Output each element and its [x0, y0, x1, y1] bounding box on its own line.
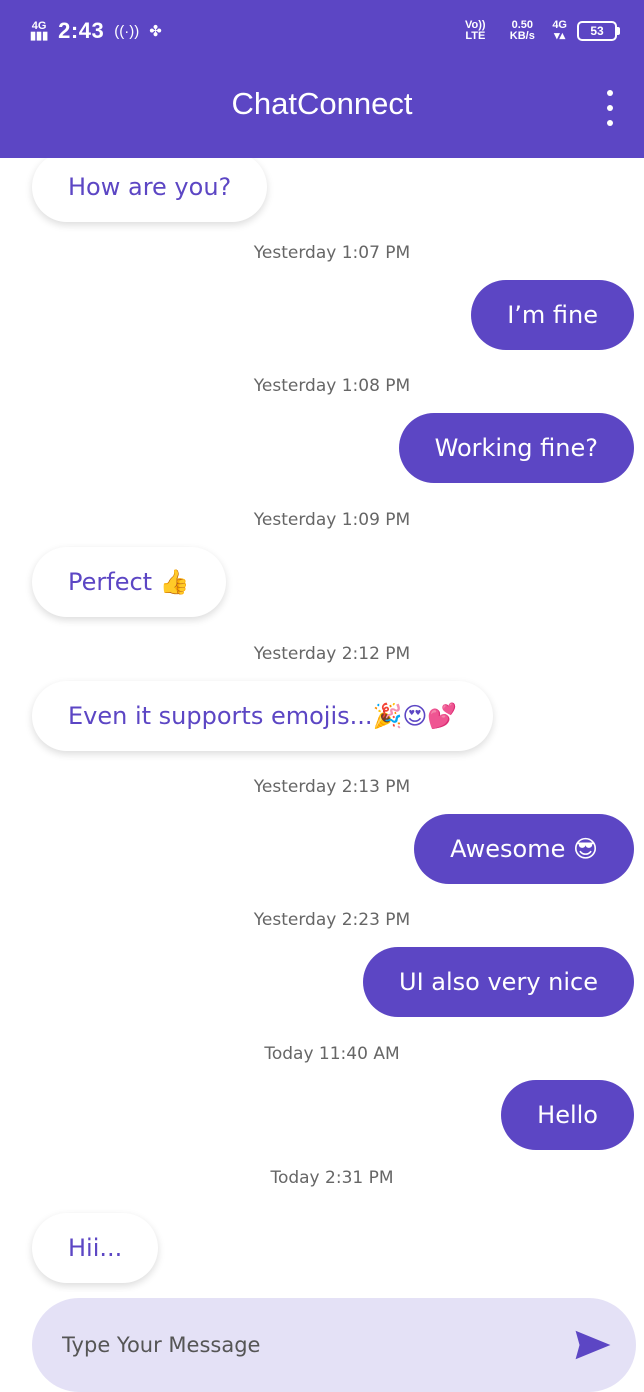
message-timestamp: Yesterday 2:23 PM [253, 910, 411, 930]
menu-dot [607, 120, 613, 126]
outgoing-message[interactable]: Hello [501, 1080, 634, 1150]
signal-indicator: 4G ▮▮▮ [30, 21, 49, 42]
signal-bars-icon: ▮▮▮ [30, 30, 49, 42]
data-arrows-icon: ▾▴ [554, 30, 566, 42]
message-timestamp: Yesterday 1:08 PM [253, 376, 411, 396]
incoming-message[interactable]: Even it supports emojis...🎉😍💕 [32, 681, 494, 751]
message-input[interactable] [62, 1298, 562, 1392]
volte-indicator: Vo)) LTE [465, 19, 486, 42]
menu-dot [607, 105, 613, 111]
network-type-right: 4G ▾▴ [552, 20, 567, 42]
battery-level: 53 [577, 21, 617, 41]
outgoing-message[interactable]: I’m fine [471, 280, 634, 350]
hotspot-icon: ((·)) [114, 22, 140, 40]
status-bar: 4G ▮▮▮ 2:43 ((·)) ✤ Vo)) LTE 0.50 KB/s 4… [0, 0, 644, 64]
message-composer [32, 1298, 636, 1392]
outgoing-message[interactable]: Working fine? [398, 413, 634, 483]
incoming-message[interactable]: How are you? [32, 158, 268, 222]
send-icon[interactable] [574, 1329, 612, 1361]
network-speed: 0.50 KB/s [509, 19, 535, 42]
menu-dot [607, 90, 613, 96]
fan-icon: ✤ [149, 23, 162, 40]
status-left: 4G ▮▮▮ 2:43 ((·)) ✤ [30, 18, 162, 44]
status-right: Vo)) LTE 0.50 KB/s 4G ▾▴ 53 [458, 20, 620, 42]
message-timestamp: Yesterday 1:09 PM [253, 510, 411, 530]
outgoing-message[interactable]: UI also very nice [363, 947, 634, 1017]
status-time: 2:43 [58, 18, 105, 43]
message-timestamp: Yesterday 2:12 PM [253, 644, 411, 664]
message-timestamp: Today 2:31 PM [270, 1168, 394, 1188]
message-timestamp: Yesterday 1:07 PM [253, 243, 411, 263]
more-vertical-icon[interactable] [602, 90, 618, 126]
app-bar: 4G ▮▮▮ 2:43 ((·)) ✤ Vo)) LTE 0.50 KB/s 4… [0, 0, 644, 158]
incoming-message[interactable]: Hii... [32, 1213, 159, 1283]
battery-tip [617, 27, 620, 35]
incoming-message[interactable]: Perfect 👍 [32, 547, 226, 617]
message-timestamp: Today 11:40 AM [264, 1044, 400, 1064]
outgoing-message[interactable]: Awesome 😎 [414, 814, 634, 884]
message-timestamp: Yesterday 2:13 PM [253, 777, 411, 797]
page-title: ChatConnect [231, 86, 413, 121]
message-list[interactable]: How are you? Yesterday 1:07 PM I’m fine … [0, 158, 644, 1292]
battery-indicator: 53 [577, 21, 620, 41]
